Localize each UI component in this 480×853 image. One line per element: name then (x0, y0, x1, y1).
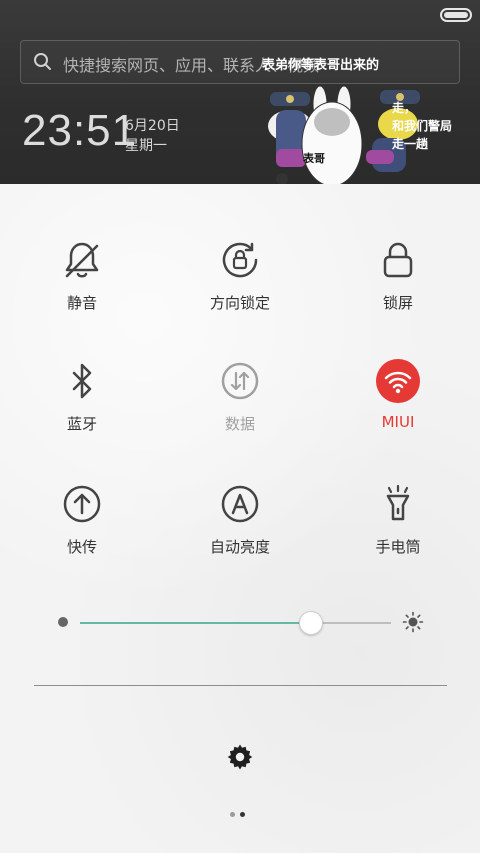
toggle-label: 手电筒 (375, 538, 421, 556)
bluetooth-icon (72, 363, 92, 399)
toggle-lock-screen[interactable]: 锁屏 (328, 236, 468, 313)
toggle-auto-brightness[interactable]: 自动亮度 (170, 480, 310, 557)
page-indicator (230, 812, 250, 818)
sticker-caption-top: 表弟你等表哥出来的 (262, 58, 380, 73)
lock-icon (383, 242, 413, 278)
notification-header: 快捷搜索网页、应用、联系人、视频 23:51 6月20日 星期一 表弟你等表哥出… (0, 0, 480, 184)
sticker-label: 表哥 (303, 152, 325, 165)
battery-icon (440, 8, 472, 22)
rotation-lock-icon (222, 242, 258, 278)
toggle-mobile-data[interactable]: 数据 (170, 357, 310, 434)
wifi-icon (376, 359, 420, 403)
brightness-slider-thumb[interactable] (299, 611, 324, 635)
page-dot (240, 812, 245, 817)
page-dot (230, 812, 235, 817)
clock-date[interactable]: 6月20日 星期一 (125, 116, 180, 156)
settings-gear-icon[interactable] (224, 741, 256, 773)
weekday-label: 星期一 (125, 138, 167, 154)
divider (34, 685, 447, 686)
brightness-low-icon (58, 617, 68, 627)
toggle-label: 快传 (66, 538, 97, 556)
share-upload-icon (63, 485, 101, 523)
toggle-label: 方向锁定 (209, 294, 270, 312)
clock-time[interactable]: 23:51 (22, 106, 137, 156)
brightness-high-icon (402, 611, 424, 633)
toggle-label: 静音 (66, 294, 97, 312)
mobile-data-icon (221, 362, 259, 400)
toggle-label: MIUI (381, 413, 415, 431)
toggle-bluetooth[interactable]: 蓝牙 (12, 357, 152, 434)
toggle-label: 数据 (224, 415, 255, 433)
sticker-caption-side: 走， 和我们警局 走一趟 (392, 101, 453, 151)
brightness-slider-fill (80, 622, 311, 624)
date-label: 6月20日 (125, 118, 180, 134)
toggle-label: 锁屏 (382, 294, 413, 312)
search-icon (34, 53, 51, 70)
toggle-rotation-lock[interactable]: 方向锁定 (170, 236, 310, 313)
toggle-quick-transfer[interactable]: 快传 (12, 480, 152, 557)
toggle-wifi[interactable]: MIUI (328, 357, 468, 431)
bell-off-icon (65, 242, 99, 278)
flashlight-icon (386, 484, 410, 521)
auto-brightness-icon (221, 485, 259, 523)
toggle-label: 蓝牙 (66, 415, 97, 433)
brightness-slider[interactable] (80, 611, 391, 635)
toggle-flashlight[interactable]: 手电筒 (328, 480, 468, 557)
toggle-label: 自动亮度 (209, 538, 270, 556)
toggle-mute[interactable]: 静音 (12, 236, 152, 313)
